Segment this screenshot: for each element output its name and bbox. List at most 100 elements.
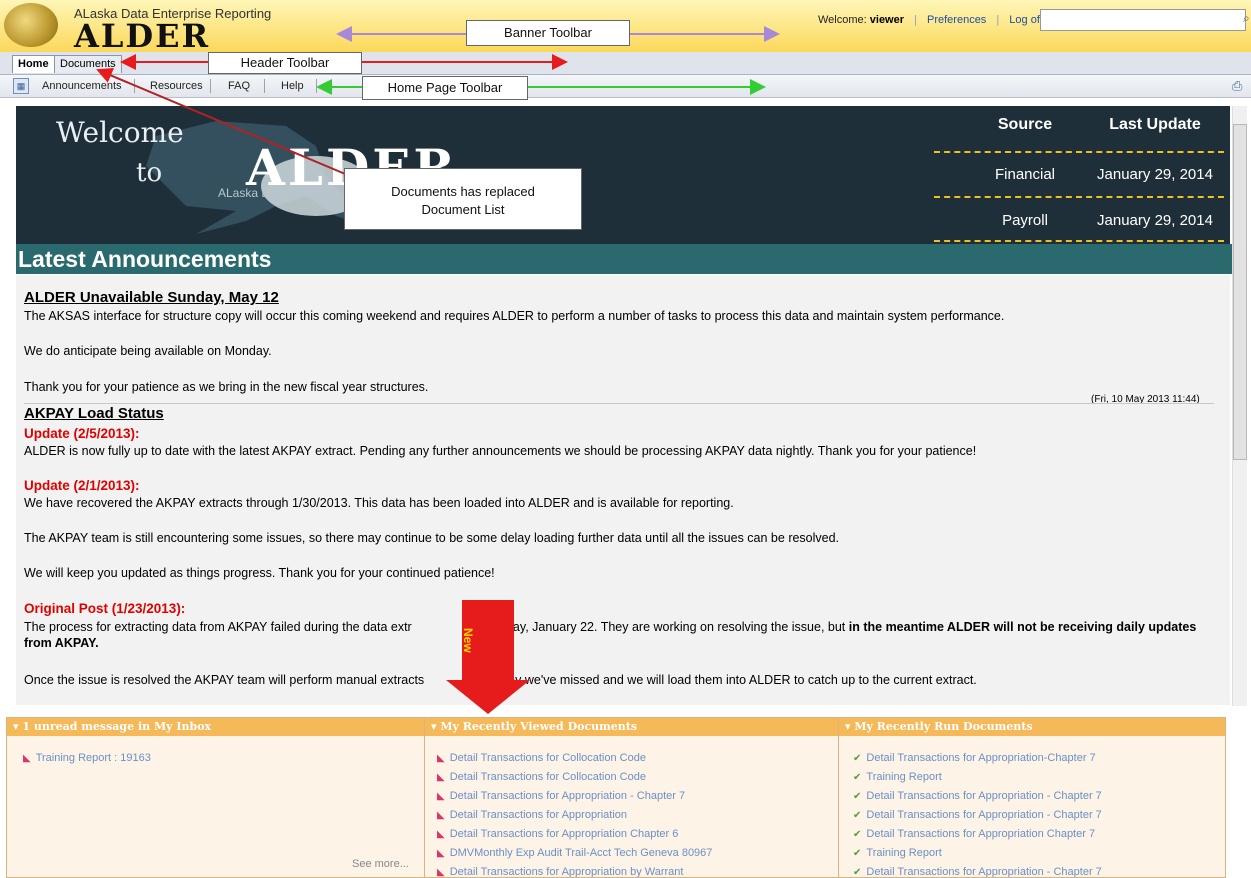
last-update-column-header: Last Update [1109,116,1201,133]
list-item-label: Detail Transactions for Appropriation by… [449,866,684,878]
list-item[interactable]: ✔ Training Report [853,771,942,783]
toolbar-announcements[interactable]: Announcements [42,80,122,92]
see-more-link[interactable]: See more... [352,858,409,870]
document-icon: ◣ [23,753,31,764]
list-item[interactable]: ✔ Training Report [853,847,942,859]
recently-viewed-portlet: ▾ My Recently Viewed Documents ◣ Detail T… [424,717,840,878]
announcement-title: ALDER Unavailable Sunday, May 12 [24,289,279,306]
list-item-label: Detail Transactions for Appropriation Ch… [449,828,679,840]
app-logo-text: ALDER [74,17,211,55]
announcements-content: ALDER Unavailable Sunday, May 12 The AKS… [16,275,1230,705]
search-input[interactable] [1040,9,1246,31]
text-fragment: Once the issue is resolved the AKPAY tea… [24,673,425,687]
update-heading: Update (2/1/2013): [24,478,140,493]
header-toolbar: Home Documents [0,52,1251,75]
text-fragment: sday, January 22. They are working on re… [499,620,849,634]
announcement-text: Once the issue is resolved the AKPAY tea… [24,672,1209,688]
list-item-label: Detail Transactions for Appropriation Ch… [866,828,1096,840]
list-item-label: Detail Transactions for Appropriation [449,809,628,821]
username: viewer [869,14,905,26]
preferences-link[interactable]: Preferences [927,14,986,26]
recently-viewed-title[interactable]: ▾ My Recently Viewed Documents [425,718,839,736]
list-item[interactable]: ✔ Detail Transactions for Appropriation -… [853,809,1102,821]
announcement-text: ALDER is now fully up to date with the l… [24,444,977,458]
source-name: Financial [994,166,1056,183]
list-item-label: Detail Transactions for Appropriation - … [866,790,1102,802]
list-item[interactable]: ✔ Detail Transactions for Appropriation -… [853,790,1102,802]
inbox-portlet: ▾ 1 unread message in My Inbox ◣ Training… [6,717,426,878]
welcome-to: to [136,158,163,188]
user-welcome: Welcome: viewer | Preferences | Log off [818,14,1043,26]
note-line: Document List [421,202,505,217]
documents-note-callout: Documents has replaced Document List [344,168,582,230]
scrollbar-thumb[interactable] [1233,124,1247,460]
list-item-label: Training Report [866,771,942,783]
list-item[interactable]: ✔ Detail Transactions for Appropriation-C… [853,752,1096,764]
announcement-text: We will keep you updated as things progr… [24,566,495,580]
dashed-divider [934,240,1224,242]
toolbar-divider [210,79,211,93]
text-fragment: The process for extracting data from AKP… [24,620,412,634]
report-run-icon: ✔ [853,772,862,783]
update-heading: Original Post (1/23/2013): [24,601,186,616]
source-column-header: Source [997,116,1053,133]
portlet-title-text: 1 unread message in My Inbox [22,720,212,733]
update-heading: Update (2/5/2013): [24,426,140,441]
list-item[interactable]: ◣ Training Report : 19163 [23,752,151,764]
new-badge-label: New [461,628,475,653]
latest-announcements-heading: Latest Announcements [16,244,1232,274]
report-run-icon: ✔ [853,791,862,802]
toolbar-faq[interactable]: FAQ [228,80,250,92]
list-item[interactable]: ◣ Detail Transactions for Collocation Cod… [437,771,646,783]
last-update-date: January 29, 2014 [1097,166,1213,183]
announcement-text: The AKPAY team is still encountering som… [24,531,840,545]
logoff-link[interactable]: Log off [1009,14,1042,26]
toolbar-resources[interactable]: Resources [150,80,203,92]
list-item[interactable]: ◣ Detail Transactions for Collocation Cod… [437,752,646,764]
document-icon: ◣ [437,753,445,764]
toolbar-help[interactable]: Help [281,80,304,92]
portlet-title-text: My Recently Viewed Documents [440,720,638,733]
announcement-divider [24,403,1214,404]
tab-home[interactable]: Home [12,55,55,73]
last-update-date: January 29, 2014 [1097,212,1213,229]
recently-run-portlet: ▾ My Recently Run Documents ✔ Detail Tran… [838,717,1226,878]
source-name: Payroll [1002,212,1048,229]
search-icon[interactable]: ⌕ [1243,11,1250,26]
list-item[interactable]: ✔ Detail Transactions for Appropriation -… [853,866,1102,878]
list-item-label: Training Report [866,847,942,859]
announcement-text: The process for extracting data from AKP… [24,619,1209,651]
recently-run-title[interactable]: ▾ My Recently Run Documents [839,718,1225,736]
text-fragment: . [95,636,99,650]
source-row-financial: Financial January 29, 2014 [930,156,1230,194]
home-page-toolbar: ▦ Announcements Resources FAQ Help ⎙ [0,75,1251,98]
welcome-label: Welcome: [818,14,867,26]
report-run-icon: ✔ [853,753,862,764]
inbox-portlet-title[interactable]: ▾ 1 unread message in My Inbox [7,718,425,736]
dashed-divider [934,151,1224,153]
document-icon: ◣ [437,772,445,783]
list-item-label: Detail Transactions for Appropriation - … [449,790,686,802]
source-row-payroll: Payroll January 29, 2014 [930,202,1230,240]
dashed-divider [934,196,1224,198]
list-item[interactable]: ◣ Detail Transactions for Appropriation -… [437,790,685,802]
list-item-label: Detail Transactions for Collocation Code [449,771,646,783]
grid-view-icon[interactable]: ▦ [13,78,29,94]
data-source-table: Source Last Update Financial January 29,… [930,106,1230,244]
list-item[interactable]: ◣ Detail Transactions for Appropriation [437,809,627,821]
document-icon: ◣ [437,848,445,859]
list-item-label: Detail Transactions for Collocation Code [449,752,646,764]
list-item[interactable]: ◣ Detail Transactions for Appropriation C… [437,828,678,840]
toolbar-divider [316,79,317,93]
list-item[interactable]: ◣ DMVMonthly Exp Audit Trail-Acct Tech Ge… [437,847,712,859]
list-item[interactable]: ✔ Detail Transactions for Appropriation C… [853,828,1095,840]
announcement-text: Thank you for your patience as we bring … [24,380,429,394]
state-seal-logo [4,3,58,47]
printer-icon[interactable]: ⎙ [1232,78,1242,94]
tab-documents[interactable]: Documents [54,55,122,73]
list-item-label: Detail Transactions for Appropriation - … [866,866,1102,878]
portlet-title-text: My Recently Run Documents [854,720,1033,733]
list-item[interactable]: ◣ Detail Transactions for Appropriation b… [437,866,684,878]
source-table-header: Source Last Update [930,106,1230,144]
list-item-label: Detail Transactions for Appropriation - … [866,809,1102,821]
